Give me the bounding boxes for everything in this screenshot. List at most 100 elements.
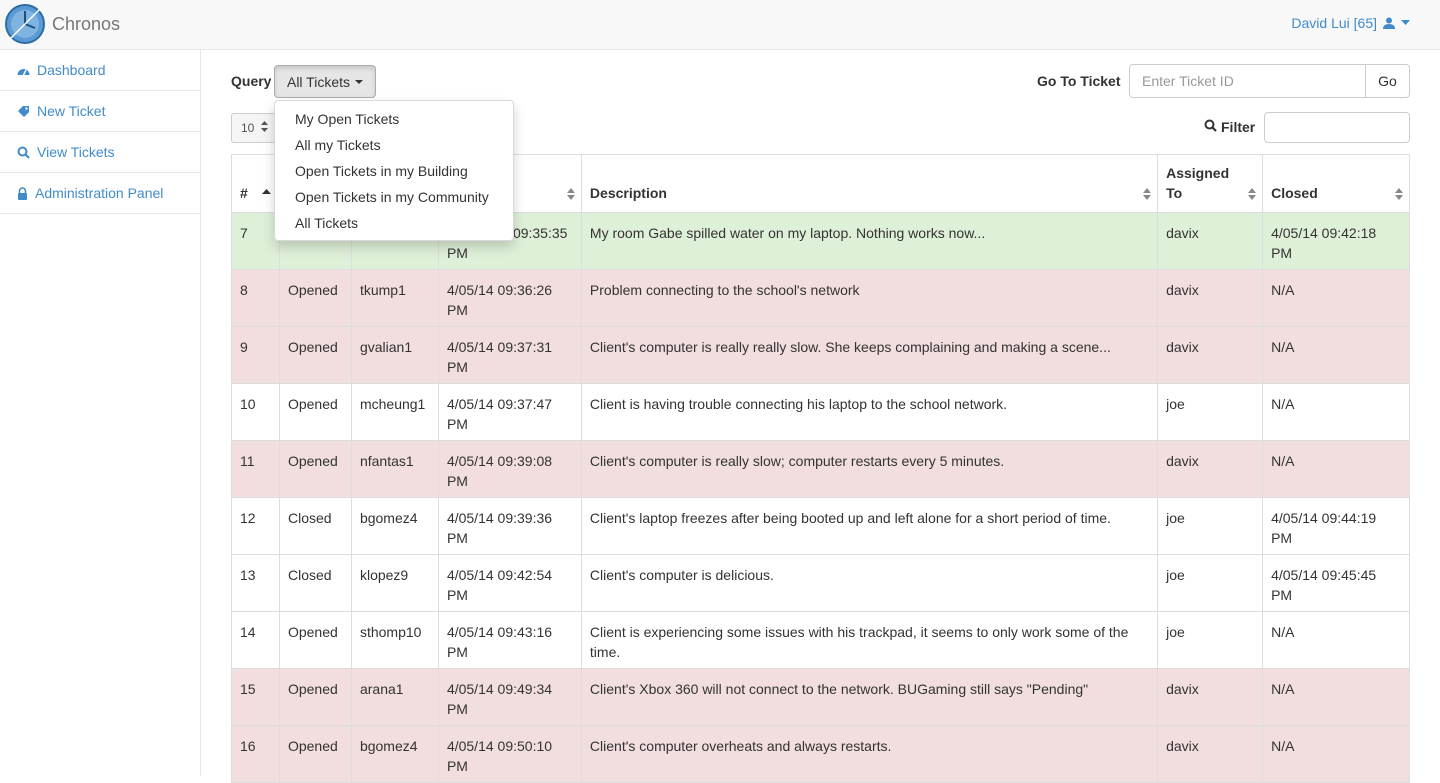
tag-icon <box>17 105 30 118</box>
column-header-closed[interactable]: Closed <box>1262 154 1410 213</box>
search-icon <box>1204 119 1217 135</box>
date-text-line2: PM <box>446 245 468 261</box>
closed-text-line2: PM <box>1271 587 1293 603</box>
date-text: 4/05/14 09:42:54 <box>446 567 553 583</box>
cell-description: Client's laptop freezes after being boot… <box>580 497 1159 555</box>
sidebar-item-view-tickets[interactable]: View Tickets <box>0 132 200 173</box>
table-row[interactable]: 15 Opened arana1 4/05/14 09:49:34 PM Client's… <box>231 668 1410 726</box>
sidebar-item-administration-panel[interactable]: Administration Panel <box>0 173 200 214</box>
date-text: 4/05/14 09:37:31 <box>446 339 553 355</box>
main-content: Query All Tickets Go To Ticket Go 10 Fil… <box>201 50 1440 783</box>
user-icon <box>1383 17 1395 29</box>
dropdown-item-my-open-tickets[interactable]: My Open Tickets <box>275 106 513 132</box>
cell-assigned-to: davix <box>1157 269 1264 327</box>
date-text: 4/05/14 09:36:26 <box>446 282 553 298</box>
query-dropdown-button[interactable]: All Tickets <box>274 65 376 98</box>
ticket-id-input[interactable] <box>1129 64 1366 98</box>
sort-asc-icon <box>261 189 271 194</box>
cell-status: Opened <box>278 269 352 327</box>
closed-text: 4/05/14 09:45:45 <box>1271 567 1377 583</box>
table-row[interactable]: 8 Opened tkump1 4/05/14 09:36:26 PM Problem c… <box>231 269 1410 327</box>
table-row[interactable]: 11 Opened nfantas1 4/05/14 09:39:08 PM Client… <box>231 440 1410 498</box>
brand[interactable]: Chronos <box>4 2 120 46</box>
cell-assigned-to: joe <box>1157 554 1264 612</box>
table-row[interactable]: 13 Closed klopez9 4/05/14 09:42:54 PM Client'… <box>231 554 1410 612</box>
cell-id: 13 <box>231 554 280 612</box>
cell-user: sthomp10 <box>350 611 439 669</box>
dropdown-item-all-my-tickets[interactable]: All my Tickets <box>275 132 513 158</box>
sidebar-item-label: Administration Panel <box>35 185 164 201</box>
top-navbar: Chronos David Lui [65] <box>0 0 1440 50</box>
table-row[interactable]: 14 Opened sthomp10 4/05/14 09:43:16 PM Client… <box>231 611 1410 669</box>
date-text-line2: PM <box>446 530 468 546</box>
cell-user: bgomez4 <box>350 725 439 783</box>
sidebar-item-new-ticket[interactable]: New Ticket <box>0 91 200 132</box>
cell-user: tkump1 <box>350 269 439 327</box>
cell-closed: N/A <box>1262 611 1410 669</box>
cell-closed: 4/05/14 09:42:18 PM <box>1262 212 1410 270</box>
date-text: 4/05/14 09:39:36 <box>446 510 553 526</box>
sidebar-item-dashboard[interactable]: Dashboard <box>0 50 200 91</box>
cell-date: 4/05/14 09:36:26 PM <box>437 269 582 327</box>
cell-date: 4/05/14 09:39:08 PM <box>437 440 582 498</box>
caret-down-icon <box>1401 20 1410 26</box>
date-text-line2: PM <box>446 644 468 660</box>
closed-text: 4/05/14 09:44:19 <box>1271 510 1377 526</box>
table-row[interactable]: 12 Closed bgomez4 4/05/14 09:39:36 PM Client'… <box>231 497 1410 555</box>
sidebar-item-label: Dashboard <box>37 62 106 78</box>
lock-icon <box>17 186 28 200</box>
dropdown-item-all-tickets[interactable]: All Tickets <box>275 210 513 236</box>
date-text-line2: PM <box>446 416 468 432</box>
cell-status: Opened <box>278 611 352 669</box>
table-row[interactable]: 10 Opened mcheung1 4/05/14 09:37:47 PM Client… <box>231 383 1410 441</box>
column-header-id[interactable]: # <box>231 154 280 213</box>
cell-assigned-to: joe <box>1157 497 1264 555</box>
date-text: 4/05/14 09:49:34 <box>446 681 553 697</box>
sidebar: Dashboard New Ticket View Tickets Admini… <box>0 50 201 776</box>
cell-date: 4/05/14 09:39:36 PM <box>437 497 582 555</box>
dropdown-item-open-tickets-community[interactable]: Open Tickets in my Community <box>275 184 513 210</box>
filter-label: Filter <box>1204 119 1255 135</box>
go-button[interactable]: Go <box>1365 64 1410 98</box>
cell-closed: N/A <box>1262 326 1410 384</box>
dashboard-icon <box>17 65 30 76</box>
cell-closed: N/A <box>1262 440 1410 498</box>
caret-down-icon <box>355 79 363 84</box>
cell-description: Client's computer overheats and always r… <box>580 725 1159 783</box>
cell-status: Opened <box>278 725 352 783</box>
date-text-line2: PM <box>446 758 468 774</box>
brand-name: Chronos <box>52 13 121 34</box>
column-header-assigned-to[interactable]: Assigned To <box>1157 154 1264 213</box>
sidebar-item-label: View Tickets <box>37 144 115 160</box>
dropdown-item-open-tickets-building[interactable]: Open Tickets in my Building <box>275 158 513 184</box>
date-text: 4/05/14 09:43:16 <box>446 624 553 640</box>
cell-description: Client is experiencing some issues with … <box>580 611 1159 669</box>
cell-id: 15 <box>231 668 280 726</box>
filter-input[interactable] <box>1264 112 1410 143</box>
column-header-description[interactable]: Description <box>580 154 1159 213</box>
sidebar-item-label: New Ticket <box>37 103 106 119</box>
cell-description: Client's computer is delicious. <box>580 554 1159 612</box>
cell-user: gvalian1 <box>350 326 439 384</box>
cell-id: 9 <box>231 326 280 384</box>
table-row[interactable]: 16 Opened bgomez4 4/05/14 09:50:10 PM Client'… <box>231 725 1410 783</box>
cell-id: 12 <box>231 497 280 555</box>
user-menu[interactable]: David Lui [65] <box>1291 15 1410 31</box>
cell-description: Client is having trouble connecting his … <box>580 383 1159 441</box>
date-text-line2: PM <box>446 473 468 489</box>
date-text-line2: PM <box>446 302 468 318</box>
cell-assigned-to: davix <box>1157 212 1264 270</box>
date-text-line2: PM <box>446 701 468 717</box>
cell-id: 16 <box>231 725 280 783</box>
user-name: David Lui [65] <box>1291 15 1377 31</box>
table-row[interactable]: 9 Opened gvalian1 4/05/14 09:37:31 PM Client'… <box>231 326 1410 384</box>
sort-icon <box>566 188 575 200</box>
sort-icon <box>1143 188 1152 200</box>
cell-assigned-to: joe <box>1157 383 1264 441</box>
search-icon <box>17 146 30 159</box>
cell-assigned-to: joe <box>1157 611 1264 669</box>
cell-assigned-to: davix <box>1157 725 1264 783</box>
cell-assigned-to: davix <box>1157 440 1264 498</box>
cell-date: 4/05/14 09:49:34 PM <box>437 668 582 726</box>
cell-description: Problem connecting to the school's netwo… <box>580 269 1159 327</box>
